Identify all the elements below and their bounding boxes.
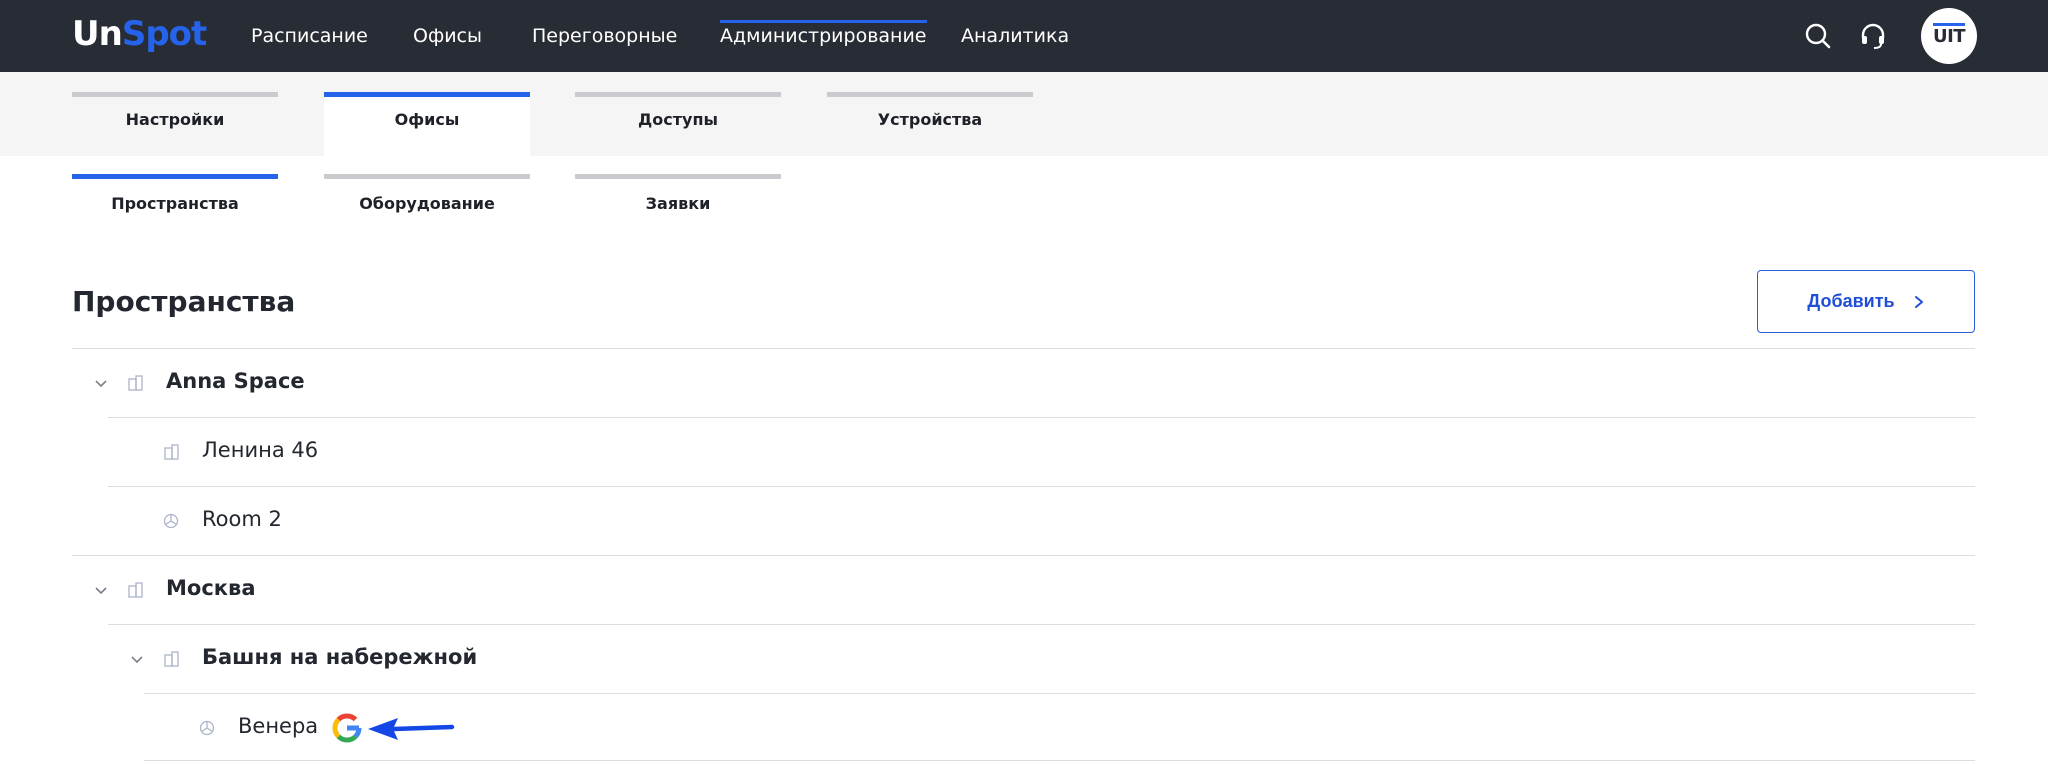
tree-label: Москва (166, 576, 256, 600)
tab-offices[interactable]: Офисы (324, 92, 530, 156)
tree-label: Венера (238, 714, 319, 738)
tree-row[interactable]: Anna Space (72, 348, 1975, 416)
page-title: Пространства (72, 285, 296, 318)
annotation-arrow-icon (368, 718, 455, 740)
app-logo[interactable]: UnSpot (72, 12, 207, 56)
add-button-label: Добавить (1807, 291, 1895, 311)
logo-spot: Spot (121, 14, 207, 54)
building-icon (164, 444, 179, 460)
building-icon (128, 375, 143, 391)
chevron-down-icon[interactable] (94, 376, 108, 390)
tree-label: Ленина 46 (202, 438, 319, 462)
tree-row[interactable]: Москва (72, 555, 1975, 623)
search-icon[interactable] (1802, 20, 1834, 52)
subtab-requests[interactable]: Заявки (575, 174, 781, 224)
tab-settings[interactable]: Настройки (72, 92, 278, 156)
tree-row[interactable]: Room 2 (108, 486, 1975, 554)
logo-un: Un (72, 14, 123, 54)
avatar-text: UIT (1932, 23, 1966, 46)
tab-access[interactable]: Доступы (575, 92, 781, 156)
nav-item-schedule[interactable]: Расписание (251, 0, 368, 72)
tree-row[interactable]: Башня на набережной (108, 624, 1975, 692)
building-icon (164, 651, 179, 667)
chevron-right-icon (1914, 295, 1923, 308)
tree-row[interactable]: Ленина 46 (108, 417, 1975, 485)
chevron-down-icon[interactable] (130, 652, 144, 666)
tree-label: Room 2 (202, 507, 282, 531)
chevron-down-icon[interactable] (94, 583, 108, 597)
subtab-equipment[interactable]: Оборудование (324, 174, 530, 224)
nav-item-administration[interactable]: Администрирование (720, 0, 927, 72)
nav-item-offices[interactable]: Офисы (413, 0, 482, 72)
building-icon (128, 582, 143, 598)
tree-label: Башня на набережной (202, 645, 478, 669)
add-button[interactable]: Добавить (1757, 270, 1975, 333)
top-navbar: UnSpot Расписание Офисы Переговорные Адм… (0, 0, 2048, 72)
room-icon (199, 720, 215, 736)
tree-label: Anna Space (166, 369, 305, 393)
nav-item-analytics[interactable]: Аналитика (961, 0, 1069, 72)
headset-icon[interactable] (1857, 20, 1889, 52)
nav-item-meeting-rooms[interactable]: Переговорные (532, 0, 677, 72)
google-icon (332, 713, 362, 743)
tab-devices[interactable]: Устройства (827, 92, 1033, 156)
user-avatar[interactable]: UIT (1921, 8, 1977, 64)
tree-row[interactable]: Венера (144, 693, 1975, 761)
subtab-spaces[interactable]: Пространства (72, 174, 278, 224)
room-icon (163, 513, 179, 529)
